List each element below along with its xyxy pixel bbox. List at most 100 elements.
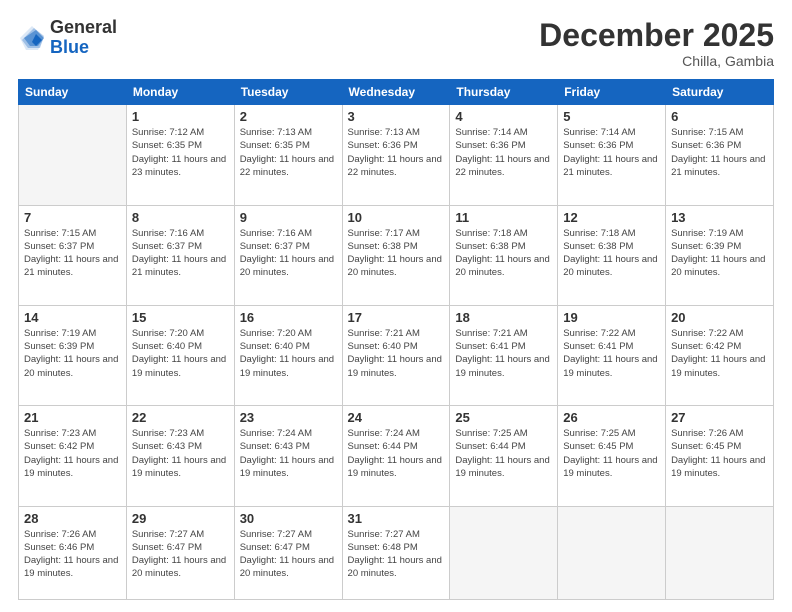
calendar-cell: 6 Sunrise: 7:15 AMSunset: 6:36 PMDayligh… — [666, 105, 774, 205]
weekday-header-thursday: Thursday — [450, 80, 558, 105]
day-info: Sunrise: 7:14 AMSunset: 6:36 PMDaylight:… — [563, 126, 660, 179]
calendar-cell: 8 Sunrise: 7:16 AMSunset: 6:37 PMDayligh… — [126, 205, 234, 305]
calendar-cell: 23 Sunrise: 7:24 AMSunset: 6:43 PMDaylig… — [234, 406, 342, 506]
calendar-cell — [19, 105, 127, 205]
day-info: Sunrise: 7:21 AMSunset: 6:41 PMDaylight:… — [455, 327, 552, 380]
day-number: 28 — [24, 511, 121, 526]
day-info: Sunrise: 7:13 AMSunset: 6:35 PMDaylight:… — [240, 126, 337, 179]
calendar-cell: 12 Sunrise: 7:18 AMSunset: 6:38 PMDaylig… — [558, 205, 666, 305]
calendar-cell: 24 Sunrise: 7:24 AMSunset: 6:44 PMDaylig… — [342, 406, 450, 506]
day-number: 2 — [240, 109, 337, 124]
day-info: Sunrise: 7:27 AMSunset: 6:48 PMDaylight:… — [348, 528, 445, 581]
calendar-cell — [450, 506, 558, 600]
weekday-header-row: SundayMondayTuesdayWednesdayThursdayFrid… — [19, 80, 774, 105]
weekday-header-monday: Monday — [126, 80, 234, 105]
day-info: Sunrise: 7:26 AMSunset: 6:45 PMDaylight:… — [671, 427, 768, 480]
calendar-cell: 20 Sunrise: 7:22 AMSunset: 6:42 PMDaylig… — [666, 305, 774, 405]
day-info: Sunrise: 7:19 AMSunset: 6:39 PMDaylight:… — [671, 227, 768, 280]
day-info: Sunrise: 7:18 AMSunset: 6:38 PMDaylight:… — [455, 227, 552, 280]
day-number: 13 — [671, 210, 768, 225]
weekday-header-tuesday: Tuesday — [234, 80, 342, 105]
subtitle: Chilla, Gambia — [539, 53, 774, 69]
day-info: Sunrise: 7:25 AMSunset: 6:45 PMDaylight:… — [563, 427, 660, 480]
day-number: 25 — [455, 410, 552, 425]
day-info: Sunrise: 7:18 AMSunset: 6:38 PMDaylight:… — [563, 227, 660, 280]
calendar-cell — [558, 506, 666, 600]
weekday-header-sunday: Sunday — [19, 80, 127, 105]
calendar-cell: 11 Sunrise: 7:18 AMSunset: 6:38 PMDaylig… — [450, 205, 558, 305]
day-number: 3 — [348, 109, 445, 124]
day-info: Sunrise: 7:22 AMSunset: 6:41 PMDaylight:… — [563, 327, 660, 380]
calendar-table: SundayMondayTuesdayWednesdayThursdayFrid… — [18, 79, 774, 600]
day-info: Sunrise: 7:12 AMSunset: 6:35 PMDaylight:… — [132, 126, 229, 179]
calendar-cell: 9 Sunrise: 7:16 AMSunset: 6:37 PMDayligh… — [234, 205, 342, 305]
day-info: Sunrise: 7:20 AMSunset: 6:40 PMDaylight:… — [132, 327, 229, 380]
day-number: 26 — [563, 410, 660, 425]
calendar-cell: 19 Sunrise: 7:22 AMSunset: 6:41 PMDaylig… — [558, 305, 666, 405]
day-info: Sunrise: 7:13 AMSunset: 6:36 PMDaylight:… — [348, 126, 445, 179]
day-number: 12 — [563, 210, 660, 225]
day-info: Sunrise: 7:27 AMSunset: 6:47 PMDaylight:… — [132, 528, 229, 581]
calendar-cell: 15 Sunrise: 7:20 AMSunset: 6:40 PMDaylig… — [126, 305, 234, 405]
day-number: 21 — [24, 410, 121, 425]
day-number: 8 — [132, 210, 229, 225]
logo-general: General — [50, 17, 117, 37]
month-title: December 2025 — [539, 18, 774, 53]
calendar-cell: 26 Sunrise: 7:25 AMSunset: 6:45 PMDaylig… — [558, 406, 666, 506]
day-info: Sunrise: 7:25 AMSunset: 6:44 PMDaylight:… — [455, 427, 552, 480]
day-number: 15 — [132, 310, 229, 325]
calendar-cell: 17 Sunrise: 7:21 AMSunset: 6:40 PMDaylig… — [342, 305, 450, 405]
calendar-cell: 31 Sunrise: 7:27 AMSunset: 6:48 PMDaylig… — [342, 506, 450, 600]
weekday-header-friday: Friday — [558, 80, 666, 105]
calendar-cell: 2 Sunrise: 7:13 AMSunset: 6:35 PMDayligh… — [234, 105, 342, 205]
calendar-cell: 30 Sunrise: 7:27 AMSunset: 6:47 PMDaylig… — [234, 506, 342, 600]
day-number: 5 — [563, 109, 660, 124]
day-number: 22 — [132, 410, 229, 425]
day-number: 9 — [240, 210, 337, 225]
day-number: 1 — [132, 109, 229, 124]
day-number: 16 — [240, 310, 337, 325]
day-number: 29 — [132, 511, 229, 526]
day-info: Sunrise: 7:16 AMSunset: 6:37 PMDaylight:… — [132, 227, 229, 280]
calendar-cell: 5 Sunrise: 7:14 AMSunset: 6:36 PMDayligh… — [558, 105, 666, 205]
calendar-cell: 13 Sunrise: 7:19 AMSunset: 6:39 PMDaylig… — [666, 205, 774, 305]
day-number: 11 — [455, 210, 552, 225]
weekday-header-saturday: Saturday — [666, 80, 774, 105]
calendar-cell: 28 Sunrise: 7:26 AMSunset: 6:46 PMDaylig… — [19, 506, 127, 600]
day-info: Sunrise: 7:24 AMSunset: 6:43 PMDaylight:… — [240, 427, 337, 480]
calendar-week-1: 1 Sunrise: 7:12 AMSunset: 6:35 PMDayligh… — [19, 105, 774, 205]
day-number: 10 — [348, 210, 445, 225]
calendar-cell: 4 Sunrise: 7:14 AMSunset: 6:36 PMDayligh… — [450, 105, 558, 205]
title-block: December 2025 Chilla, Gambia — [539, 18, 774, 69]
day-number: 31 — [348, 511, 445, 526]
day-number: 19 — [563, 310, 660, 325]
calendar-week-4: 21 Sunrise: 7:23 AMSunset: 6:42 PMDaylig… — [19, 406, 774, 506]
day-info: Sunrise: 7:15 AMSunset: 6:37 PMDaylight:… — [24, 227, 121, 280]
logo-text: General Blue — [50, 18, 117, 58]
calendar-week-2: 7 Sunrise: 7:15 AMSunset: 6:37 PMDayligh… — [19, 205, 774, 305]
calendar-cell: 22 Sunrise: 7:23 AMSunset: 6:43 PMDaylig… — [126, 406, 234, 506]
calendar-cell: 27 Sunrise: 7:26 AMSunset: 6:45 PMDaylig… — [666, 406, 774, 506]
day-number: 14 — [24, 310, 121, 325]
calendar-week-3: 14 Sunrise: 7:19 AMSunset: 6:39 PMDaylig… — [19, 305, 774, 405]
day-number: 17 — [348, 310, 445, 325]
day-number: 20 — [671, 310, 768, 325]
day-info: Sunrise: 7:15 AMSunset: 6:36 PMDaylight:… — [671, 126, 768, 179]
day-info: Sunrise: 7:23 AMSunset: 6:42 PMDaylight:… — [24, 427, 121, 480]
day-info: Sunrise: 7:26 AMSunset: 6:46 PMDaylight:… — [24, 528, 121, 581]
calendar-cell: 16 Sunrise: 7:20 AMSunset: 6:40 PMDaylig… — [234, 305, 342, 405]
logo-icon — [18, 24, 46, 52]
calendar-cell: 29 Sunrise: 7:27 AMSunset: 6:47 PMDaylig… — [126, 506, 234, 600]
day-number: 24 — [348, 410, 445, 425]
logo-blue: Blue — [50, 37, 89, 57]
calendar-cell: 25 Sunrise: 7:25 AMSunset: 6:44 PMDaylig… — [450, 406, 558, 506]
day-info: Sunrise: 7:16 AMSunset: 6:37 PMDaylight:… — [240, 227, 337, 280]
day-number: 7 — [24, 210, 121, 225]
weekday-header-wednesday: Wednesday — [342, 80, 450, 105]
day-info: Sunrise: 7:27 AMSunset: 6:47 PMDaylight:… — [240, 528, 337, 581]
day-number: 18 — [455, 310, 552, 325]
header: General Blue December 2025 Chilla, Gambi… — [18, 18, 774, 69]
day-number: 6 — [671, 109, 768, 124]
page: General Blue December 2025 Chilla, Gambi… — [0, 0, 792, 612]
calendar-cell: 10 Sunrise: 7:17 AMSunset: 6:38 PMDaylig… — [342, 205, 450, 305]
